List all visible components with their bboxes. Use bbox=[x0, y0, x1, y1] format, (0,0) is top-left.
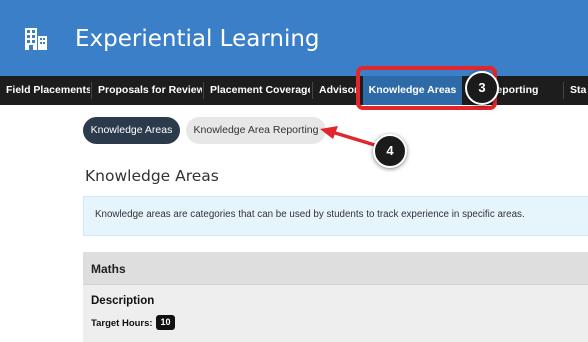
nav-divider bbox=[312, 82, 313, 99]
target-hours-label: Target Hours: bbox=[91, 318, 153, 329]
nav-divider bbox=[91, 82, 92, 99]
nav-divider bbox=[203, 82, 204, 99]
description-label: Description bbox=[91, 295, 155, 307]
step-4-badge: 4 bbox=[373, 134, 407, 168]
nav-item-field-placements[interactable]: Field Placements bbox=[6, 76, 90, 105]
info-text: Knowledge areas are categories that can … bbox=[95, 209, 525, 220]
building-icon[interactable] bbox=[24, 27, 48, 51]
nav-item-placement-coverage[interactable]: Placement Coverage bbox=[210, 76, 310, 105]
knowledge-area-card: Maths Description Target Hours: 10 bbox=[83, 252, 588, 342]
subtab-knowledge-area-reporting[interactable]: Knowledge Area Reporting bbox=[186, 117, 326, 144]
nav-divider bbox=[563, 82, 564, 99]
step-3-badge: 3 bbox=[465, 71, 499, 105]
app-header: Experiential Learning bbox=[0, 0, 588, 76]
nav-item-more[interactable]: Sta bbox=[570, 76, 588, 105]
info-alert: Knowledge areas are categories that can … bbox=[83, 196, 588, 236]
nav-item-advisors[interactable]: Advisors bbox=[319, 76, 359, 105]
app-title: Experiential Learning bbox=[75, 26, 320, 52]
card-title: Maths bbox=[91, 262, 126, 276]
subtab-knowledge-areas[interactable]: Knowledge Areas bbox=[83, 117, 180, 144]
nav-item-proposals-for-review[interactable]: Proposals for Review bbox=[98, 76, 202, 105]
page-title: Knowledge Areas bbox=[85, 167, 219, 185]
card-header: Maths bbox=[83, 252, 588, 285]
target-hours-badge: 10 bbox=[156, 315, 175, 330]
main-nav: Field Placements Proposals for Review Pl… bbox=[0, 76, 588, 105]
